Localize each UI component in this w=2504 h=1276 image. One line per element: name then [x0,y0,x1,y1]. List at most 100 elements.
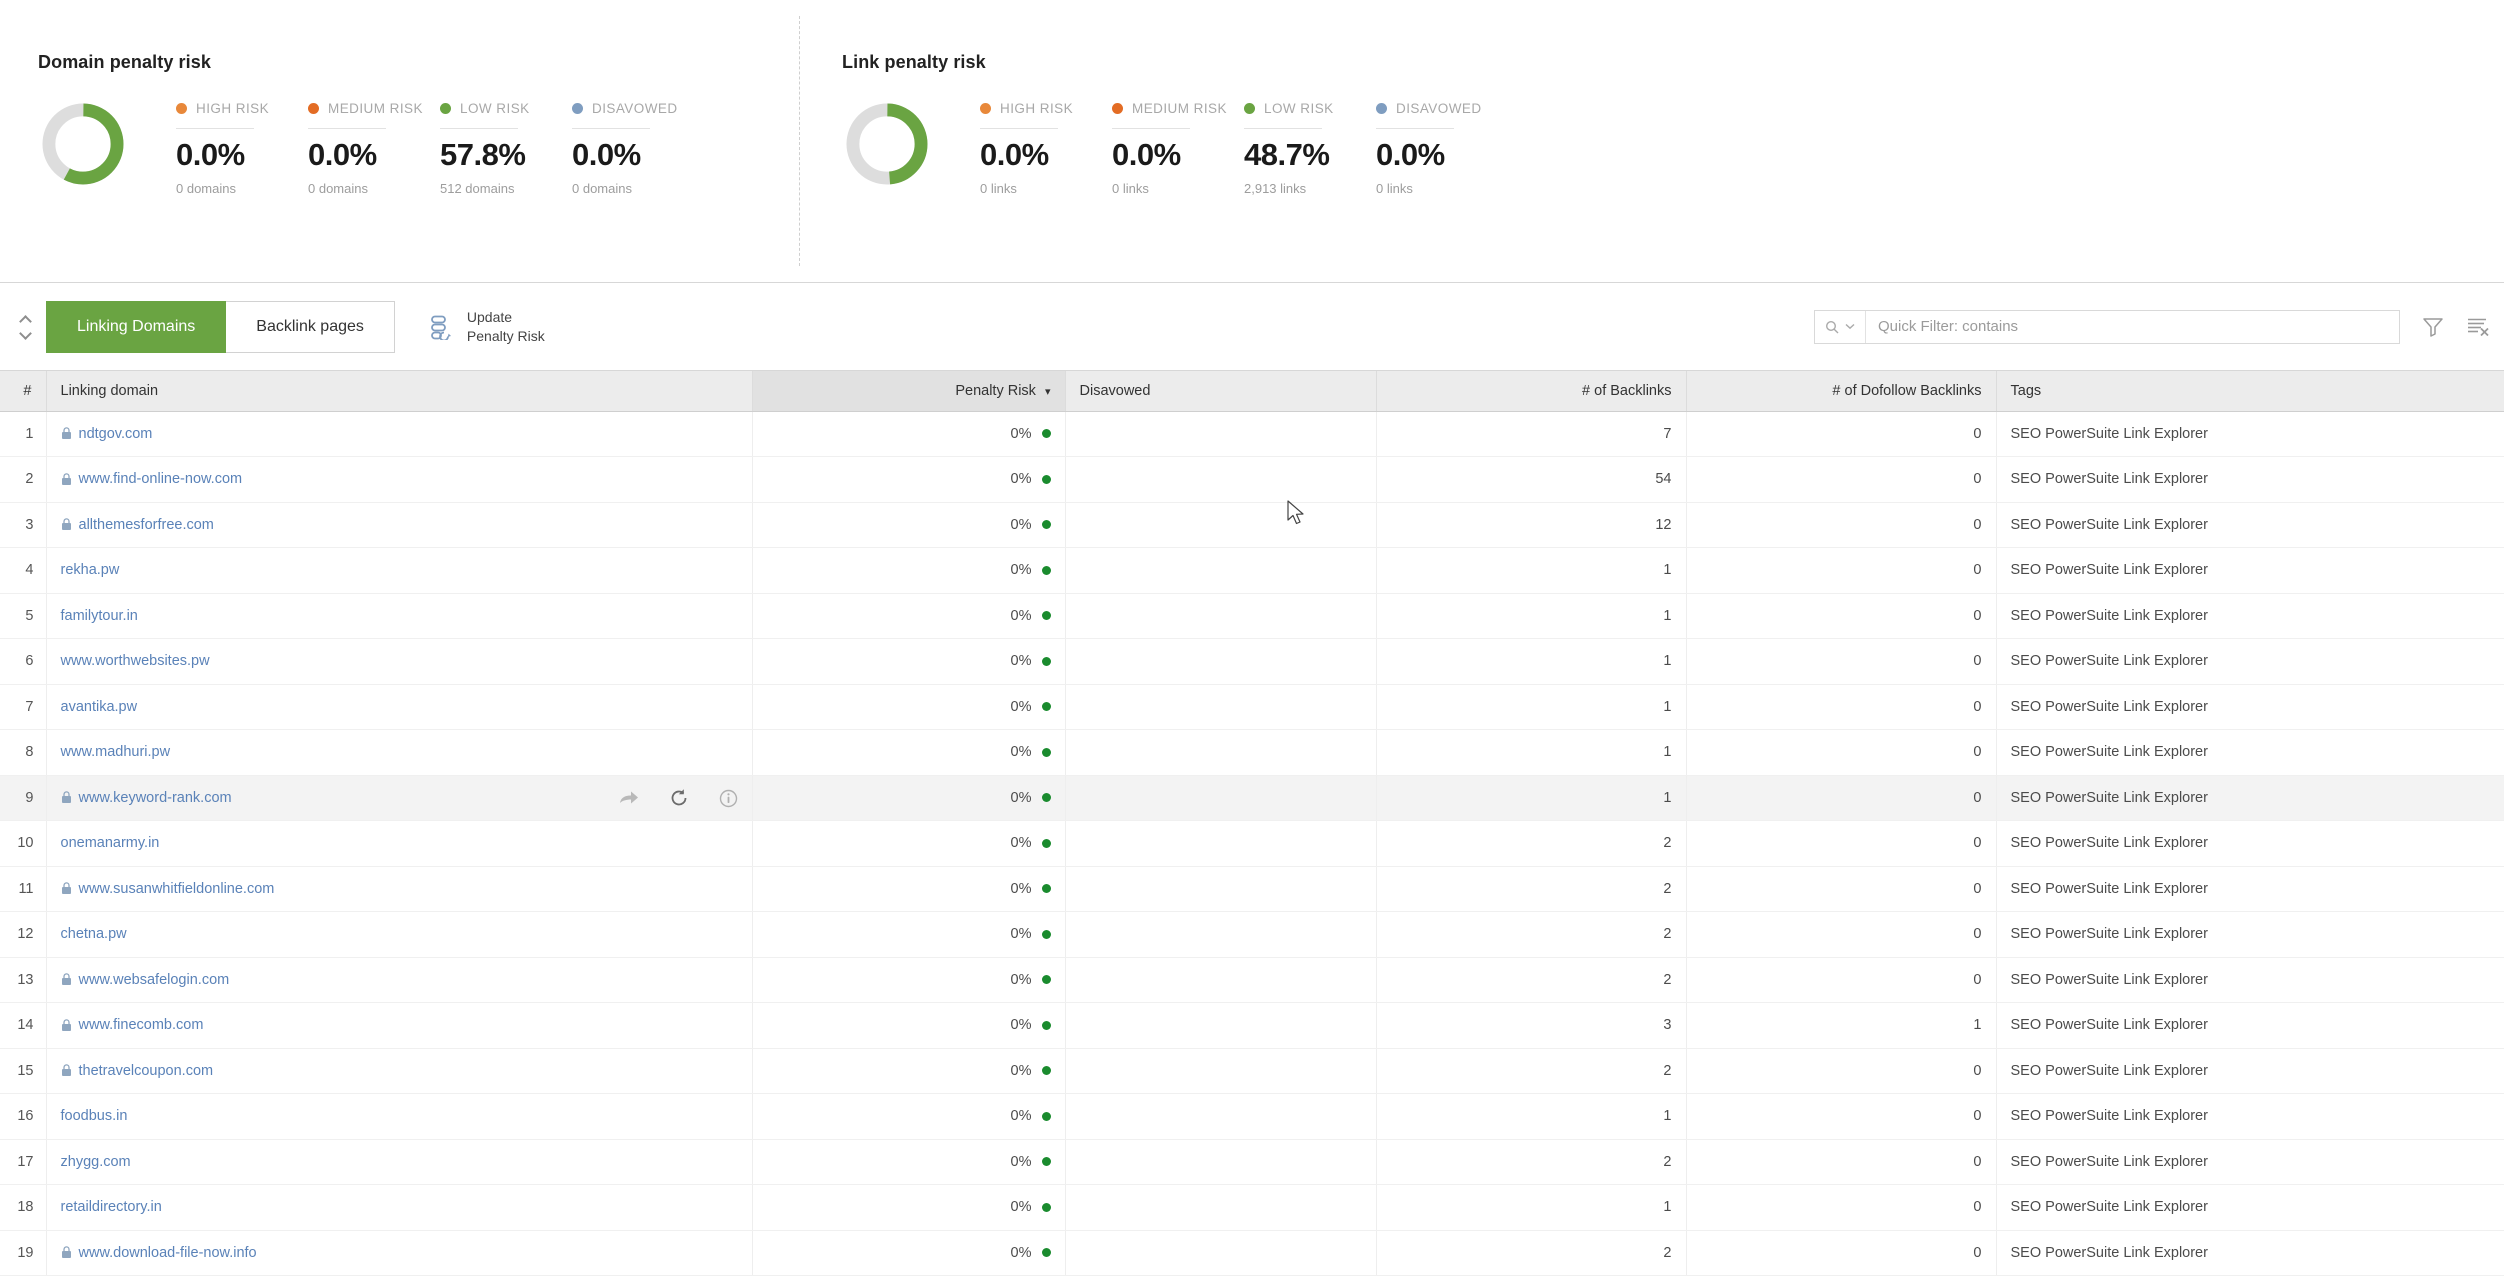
domain-link[interactable]: familytour.in [61,608,138,624]
row-linking-domain: foodbus.in [46,1093,753,1140]
row-index: 3 [0,502,47,548]
domain-link[interactable]: onemanarmy.in [61,835,160,851]
row-linking-domain: avantika.pw [46,684,753,730]
chevron-up-icon [20,316,31,323]
penalty-risk-value: 0% [1010,835,1032,852]
share-icon[interactable] [619,789,639,807]
table-row[interactable]: 19 www.download-file-now.info 0% 2 0 SEO Powe… [0,1230,2504,1276]
domain-link[interactable]: avantika.pw [61,699,138,715]
legend-sub: 0 domains [308,180,368,196]
row-index: 17 [0,1139,47,1185]
table-row[interactable]: 13 www.websafelogin.com 0% 2 0 SEO PowerSuite… [0,957,2504,1003]
table-row[interactable]: 14 www.finecomb.com 0% 3 1 SEO PowerSuite Lin… [0,1002,2504,1049]
row-penalty-risk: 0% [752,729,1066,776]
clear-filter-icon[interactable] [2466,316,2490,338]
high-risk-dot [176,102,187,114]
row-tags: SEO PowerSuite Link Explorer [1996,593,2504,639]
row-tags: SEO PowerSuite Link Explorer [1996,456,2504,503]
search-input[interactable] [1866,310,2399,343]
legend-sub: 512 domains [440,180,515,196]
row-backlinks-count: 54 [1376,456,1687,503]
column-header-index[interactable]: # [0,371,47,412]
domain-link[interactable]: www.download-file-now.info [79,1245,257,1261]
row-penalty-risk: 0% [752,866,1066,912]
domain-link[interactable]: rekha.pw [61,562,120,578]
tab-backlink-pages[interactable]: Backlink pages [226,300,395,353]
row-tags: SEO PowerSuite Link Explorer [1996,411,2504,457]
filter-icon[interactable] [2422,316,2444,338]
domain-link[interactable]: thetravelcoupon.com [79,1063,214,1079]
table-row[interactable]: 2 www.find-online-now.com 0% 54 0 SEO PowerSu… [0,456,2504,503]
table-row[interactable]: 4 rekha.pw 0% 1 0 SEO PowerSuite Link Explore… [0,547,2504,594]
column-header-backlinks[interactable]: # of Backlinks [1376,371,1687,412]
row-linking-domain: chetna.pw [46,911,753,958]
domain-link[interactable]: allthemesforfree.com [79,517,214,533]
table-row[interactable]: 7 avantika.pw 0% 1 0 SEO PowerSuite Link Expl… [0,684,2504,730]
row-penalty-risk: 0% [752,684,1066,730]
table-row[interactable]: 1 ndtgov.com 0% 7 0 SEO PowerSuite Link Explo… [0,411,2504,457]
column-header-tags[interactable]: Tags [1996,371,2504,412]
table-row[interactable]: 5 familytour.in 0% 1 0 SEO PowerSuite Link Ex… [0,593,2504,639]
row-penalty-risk: 0% [752,1139,1066,1185]
domain-link[interactable]: ndtgov.com [79,426,153,442]
refresh-icon[interactable] [669,788,689,808]
row-disavowed [1065,411,1377,457]
table-row[interactable]: 17 zhygg.com 0% 2 0 SEO PowerSuite Link Explo… [0,1139,2504,1185]
table-row[interactable]: 12 chetna.pw 0% 2 0 SEO PowerSuite Link Explo… [0,911,2504,958]
row-backlinks-count: 1 [1376,1093,1687,1140]
row-dofollow-backlinks-count: 0 [1686,1184,1997,1231]
table-row[interactable]: 16 foodbus.in 0% 1 0 SEO PowerSuite Link Expl… [0,1093,2504,1140]
risk-status-dot [1041,656,1051,666]
domain-link[interactable]: www.madhuri.pw [61,744,171,760]
info-icon[interactable] [719,789,738,808]
update-penalty-risk-button[interactable]: Update Penalty Risk [429,308,545,346]
table-row[interactable]: 6 www.worthwebsites.pw 0% 1 0 SEO PowerSuite … [0,638,2504,685]
tab-linking-domains[interactable]: Linking Domains [46,300,227,353]
row-disavowed [1065,820,1377,867]
row-penalty-risk: 0% [752,638,1066,685]
quick-filter-container [1814,309,2400,344]
domain-link[interactable]: chetna.pw [61,926,127,942]
row-backlinks-count: 2 [1376,1048,1687,1094]
column-header-dofollow-backlinks[interactable]: # of Dofollow Backlinks [1686,371,1997,412]
domain-link[interactable]: www.keyword-rank.com [79,790,232,806]
search-mode-selector[interactable] [1815,310,1866,343]
legend-sub: 0 domains [176,180,236,196]
domain-link[interactable]: www.websafelogin.com [79,972,230,988]
column-header-disavowed[interactable]: Disavowed [1065,371,1377,412]
penalty-risk-value: 0% [1010,880,1032,897]
domain-link[interactable]: foodbus.in [61,1108,128,1124]
row-linking-domain: thetravelcoupon.com [46,1048,753,1094]
row-backlinks-count: 1 [1376,1184,1687,1231]
domain-link[interactable]: retaildirectory.in [61,1199,162,1215]
table-row[interactable]: 3 allthemesforfree.com 0% 12 0 SEO PowerSuite… [0,502,2504,548]
table-row[interactable]: 8 www.madhuri.pw 0% 1 0 SEO PowerSuite Link E… [0,729,2504,776]
row-dofollow-backlinks-count: 0 [1686,820,1997,867]
table-row[interactable]: 11 www.susanwhitfieldonline.com 0% 2 0 SEO Po… [0,866,2504,912]
column-header-penalty-risk[interactable]: Penalty Risk ▾ [752,371,1066,412]
table-row[interactable]: 18 retaildirectory.in 0% 1 0 SEO PowerSuite L… [0,1184,2504,1231]
row-disavowed [1065,593,1377,639]
divider [980,128,1058,129]
domain-penalty-risk-panel: Domain penalty risk HIGH RISK 0.0% 0 dom… [0,0,800,282]
penalty-risk-value: 0% [1010,1199,1032,1216]
domain-link[interactable]: zhygg.com [61,1154,131,1170]
row-linking-domain: retaildirectory.in [46,1184,753,1231]
domain-link[interactable]: www.finecomb.com [79,1017,204,1033]
lock-icon [61,427,71,440]
row-disavowed [1065,684,1377,730]
row-tags: SEO PowerSuite Link Explorer [1996,775,2504,821]
table-row[interactable]: 9 www.keyword-rank.com 0% 1 0 SEO PowerSuite … [0,775,2504,821]
row-disavowed [1065,502,1377,548]
table-row[interactable]: 10 onemanarmy.in 0% 2 0 SEO PowerSuite Link E… [0,820,2504,867]
column-header-linking-domain[interactable]: Linking domain [46,371,753,412]
domain-link[interactable]: www.susanwhitfieldonline.com [79,881,275,897]
penalty-risk-value: 0% [1010,971,1032,988]
domain-link[interactable]: www.worthwebsites.pw [61,653,210,669]
risk-status-dot [1041,838,1051,848]
risk-status-dot [1041,1248,1051,1258]
table-row[interactable]: 15 thetravelcoupon.com 0% 2 0 SEO PowerSuite … [0,1048,2504,1094]
domain-link[interactable]: www.find-online-now.com [79,471,243,487]
collapse-summary-toggle[interactable] [10,305,40,349]
medium-risk-dot [1112,102,1123,114]
